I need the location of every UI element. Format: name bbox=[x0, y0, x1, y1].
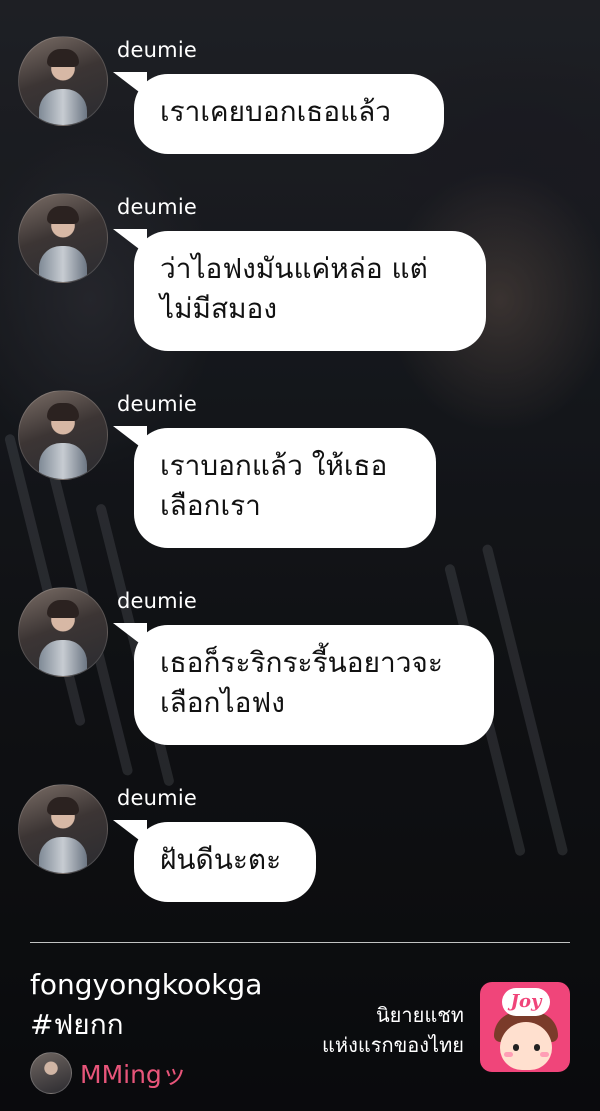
chat-message: deumie เธอก็ระริกระรี้นอยาวจะ เลือกไอฟง bbox=[0, 587, 600, 752]
message-bubble: เราเคยบอกเธอแล้ว bbox=[134, 74, 444, 154]
story-title[interactable]: fongyongkookga bbox=[30, 966, 262, 1004]
joy-logo-text: Joy bbox=[502, 988, 550, 1016]
sender-avatar-icon[interactable] bbox=[18, 193, 108, 283]
sender-name: deumie bbox=[117, 589, 197, 613]
chat-message: deumie เราเคยบอกเธอแล้ว bbox=[0, 36, 600, 161]
joy-logo-icon[interactable]: Joy bbox=[480, 982, 570, 1072]
author-avatar-icon[interactable] bbox=[30, 1052, 72, 1094]
message-bubble: ว่าไอฟงมันแค่หล่อ แต่ ไม่มีสมอง bbox=[134, 231, 486, 351]
chat-message: deumie เราบอกแล้ว ให้เธอ เลือกเรา bbox=[0, 390, 600, 555]
chat-message: deumie ว่าไอฟงมันแค่หล่อ แต่ ไม่มีสมอง bbox=[0, 193, 600, 358]
sender-name: deumie bbox=[117, 392, 197, 416]
chat-background bbox=[0, 0, 600, 1111]
author-name[interactable]: MMingッ bbox=[80, 1055, 187, 1091]
footer-divider bbox=[30, 942, 570, 943]
message-bubble: เราบอกแล้ว ให้เธอ เลือกเรา bbox=[134, 428, 436, 548]
message-bubble: ฝันดีนะตะ bbox=[134, 822, 316, 902]
message-bubble: เธอก็ระริกระรี้นอยาวจะ เลือกไอฟง bbox=[134, 625, 494, 745]
sender-name: deumie bbox=[117, 38, 197, 62]
sender-name: deumie bbox=[117, 786, 197, 810]
promo-line-2: แห่งแรกของไทย bbox=[322, 1033, 464, 1057]
sender-avatar-icon[interactable] bbox=[18, 587, 108, 677]
sender-avatar-icon[interactable] bbox=[18, 390, 108, 480]
story-hashtag[interactable]: #ฟยกก bbox=[30, 1006, 124, 1044]
sender-name: deumie bbox=[117, 195, 197, 219]
promo-line-1: นิยายแชท bbox=[376, 1003, 464, 1027]
chat-message: deumie ฝันดีนะตะ bbox=[0, 784, 600, 909]
promo-text: นิยายแชท แห่งแรกของไทย bbox=[322, 1000, 464, 1060]
sender-avatar-icon[interactable] bbox=[18, 784, 108, 874]
sender-avatar-icon[interactable] bbox=[18, 36, 108, 126]
